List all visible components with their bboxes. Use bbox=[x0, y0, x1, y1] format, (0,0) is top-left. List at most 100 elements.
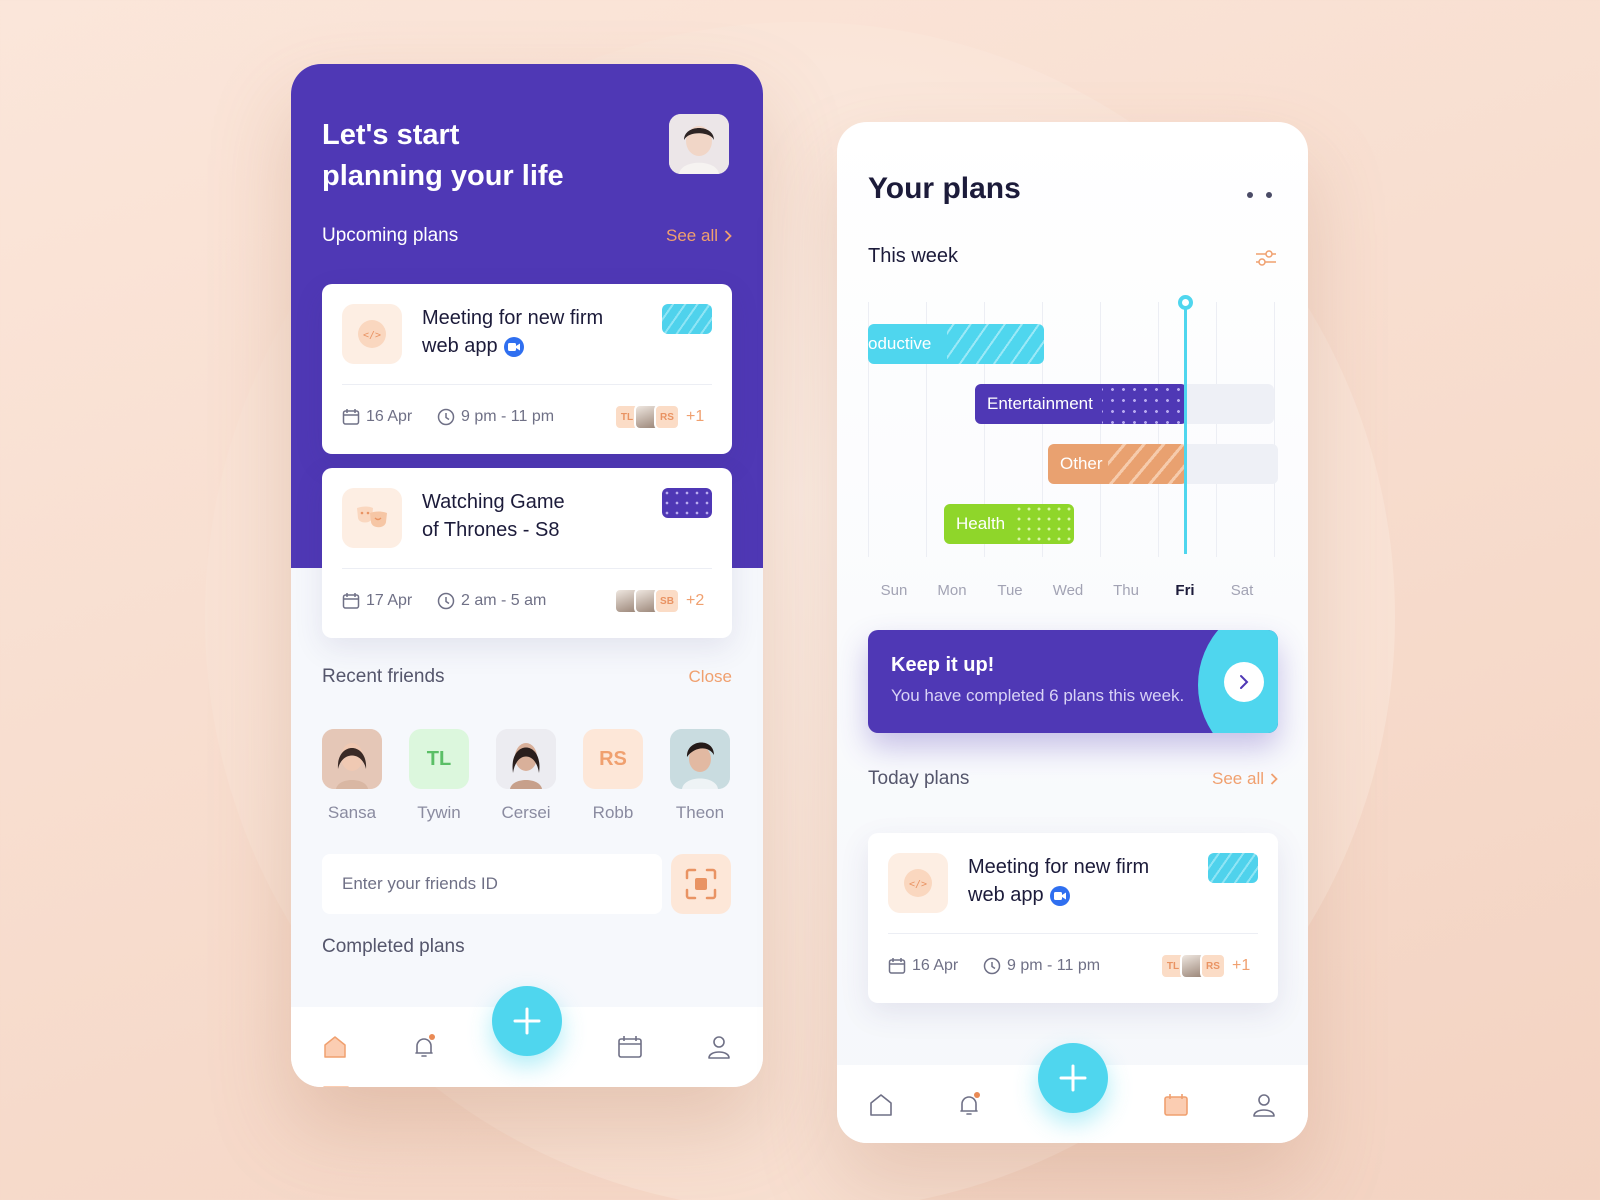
clock-icon bbox=[437, 408, 455, 426]
progress-banner[interactable]: Keep it up! You have completed 6 plans t… bbox=[868, 630, 1278, 733]
day-label: Wed bbox=[1052, 582, 1084, 599]
video-call-icon bbox=[1049, 885, 1070, 906]
friend-name: Robb bbox=[592, 803, 634, 822]
gantt-bar-other[interactable]: Other bbox=[1048, 444, 1187, 484]
svg-text:</>: </> bbox=[909, 879, 927, 890]
card-divider bbox=[342, 384, 712, 385]
grid-line bbox=[1158, 302, 1159, 557]
plan-title-line1: Watching Game bbox=[422, 491, 565, 513]
plan-card[interactable]: Watching Game of Thrones - S8 17 Apr 2 a… bbox=[322, 468, 732, 638]
code-icon: </> bbox=[888, 853, 948, 913]
plan-time: 9 pm - 11 pm bbox=[437, 408, 554, 426]
plan-title-line1: Meeting for new firm bbox=[422, 307, 604, 329]
plan-title-line2: of Thrones - S8 bbox=[422, 519, 560, 541]
filter-settings-icon[interactable] bbox=[1255, 248, 1277, 268]
completed-header: Completed plans bbox=[322, 936, 732, 958]
participant-avatar: SB bbox=[654, 588, 680, 614]
gantt-bar-health[interactable]: Health bbox=[944, 504, 1074, 544]
tab-home[interactable] bbox=[315, 1027, 355, 1087]
add-plan-button[interactable] bbox=[1038, 1043, 1108, 1113]
tab-calendar[interactable] bbox=[610, 1027, 650, 1067]
participants[interactable]: SB +2 bbox=[614, 588, 704, 614]
calendar-icon bbox=[1163, 1094, 1188, 1116]
gantt-bar-label: oductive bbox=[868, 334, 932, 353]
current-day-indicator bbox=[1184, 302, 1187, 554]
participant-avatar: RS bbox=[1200, 953, 1226, 979]
plan-card[interactable]: </> Meeting for new firm web app 16 Apr … bbox=[868, 833, 1278, 1003]
friend-avatar: TL bbox=[409, 729, 469, 789]
participants[interactable]: TL RS +1 bbox=[1160, 953, 1250, 979]
tab-home[interactable] bbox=[861, 1085, 901, 1125]
calendar-icon bbox=[342, 593, 360, 609]
current-day-marker bbox=[1178, 295, 1193, 310]
plan-title: Meeting for new firm web app bbox=[968, 853, 1149, 909]
tab-notifications[interactable] bbox=[404, 1027, 444, 1067]
scan-icon bbox=[685, 868, 717, 900]
gantt-bar-entertainment[interactable]: Entertainment bbox=[975, 384, 1187, 424]
plan-time: 9 pm - 11 pm bbox=[983, 957, 1100, 975]
day-label-current: Fri bbox=[1175, 582, 1195, 599]
category-tag bbox=[662, 304, 712, 334]
tab-profile[interactable] bbox=[699, 1027, 739, 1067]
svg-text:</>: </> bbox=[363, 330, 381, 341]
gantt-bar-label: Entertainment bbox=[987, 394, 1093, 413]
theater-masks-icon bbox=[342, 488, 402, 548]
close-link[interactable]: Close bbox=[689, 667, 732, 687]
hero-title: Let's start planning your life bbox=[322, 115, 652, 197]
plan-card[interactable]: </> Meeting for new firm web app 16 Apr … bbox=[322, 284, 732, 454]
participants[interactable]: TL RS +1 bbox=[614, 404, 704, 430]
profile-avatar[interactable] bbox=[669, 114, 729, 174]
day-label: Thu bbox=[1113, 582, 1139, 599]
plan-date: 17 Apr bbox=[342, 592, 412, 610]
card-divider bbox=[888, 933, 1258, 934]
plus-icon bbox=[1059, 1064, 1087, 1092]
add-plan-button[interactable] bbox=[492, 986, 562, 1056]
date-text: 16 Apr bbox=[366, 408, 413, 425]
today-see-all-link[interactable]: See all bbox=[1212, 769, 1278, 789]
home-icon bbox=[870, 1094, 892, 1116]
home-icon bbox=[324, 1036, 346, 1058]
day-label: Tue bbox=[997, 582, 1023, 599]
code-icon: </> bbox=[342, 304, 402, 364]
scan-qr-button[interactable] bbox=[671, 854, 731, 914]
chevron-right-icon bbox=[1240, 675, 1249, 689]
card-divider bbox=[342, 568, 712, 569]
tab-notifications[interactable] bbox=[949, 1085, 989, 1125]
hero-title-line2: planning your life bbox=[322, 160, 564, 192]
friend-name: Cersei bbox=[501, 803, 551, 822]
friend-item[interactable]: Cersei bbox=[496, 729, 558, 823]
plan-title-line2: web app bbox=[422, 335, 498, 357]
time-text: 9 pm - 11 pm bbox=[461, 408, 555, 425]
calendar-icon bbox=[342, 409, 360, 425]
friend-item[interactable]: RS Robb bbox=[583, 729, 645, 823]
grid-line bbox=[1274, 302, 1275, 557]
gantt-bar-productive[interactable]: oductive bbox=[868, 324, 1044, 364]
tab-calendar[interactable] bbox=[1156, 1085, 1196, 1125]
chevron-right-icon bbox=[724, 230, 732, 242]
plan-title-line1: Meeting for new firm bbox=[968, 856, 1150, 878]
more-options-button[interactable] bbox=[1247, 192, 1272, 198]
friend-name: Tywin bbox=[417, 803, 461, 822]
friend-id-input[interactable] bbox=[322, 854, 662, 914]
friend-item[interactable]: Sansa bbox=[322, 729, 384, 823]
user-icon bbox=[707, 1036, 730, 1059]
plan-title-line2: web app bbox=[968, 884, 1044, 906]
friend-avatar: RS bbox=[583, 729, 643, 789]
completed-title: Completed plans bbox=[322, 936, 465, 957]
friend-item[interactable]: Theon bbox=[670, 729, 732, 823]
banner-next-button[interactable] bbox=[1224, 662, 1264, 702]
upcoming-title: Upcoming plans bbox=[322, 225, 459, 246]
date-text: 16 Apr bbox=[912, 957, 959, 974]
upcoming-see-all-link[interactable]: See all bbox=[666, 226, 732, 246]
see-all-label: See all bbox=[666, 226, 718, 245]
weekly-gantt-chart: oductive Entertainment Other Health Sun … bbox=[868, 295, 1278, 602]
hero-title-line1: Let's start bbox=[322, 119, 460, 151]
plan-date: 16 Apr bbox=[888, 957, 958, 975]
page-title: Your plans bbox=[868, 172, 1021, 205]
friends-list: Sansa TL Tywin Cersei RS Robb Theon bbox=[322, 729, 732, 823]
participant-avatar: RS bbox=[654, 404, 680, 430]
day-label: Sat bbox=[1230, 582, 1254, 599]
friend-item[interactable]: TL Tywin bbox=[409, 729, 471, 823]
tab-profile[interactable] bbox=[1244, 1085, 1284, 1125]
gantt-bar-label: Health bbox=[956, 514, 1006, 533]
